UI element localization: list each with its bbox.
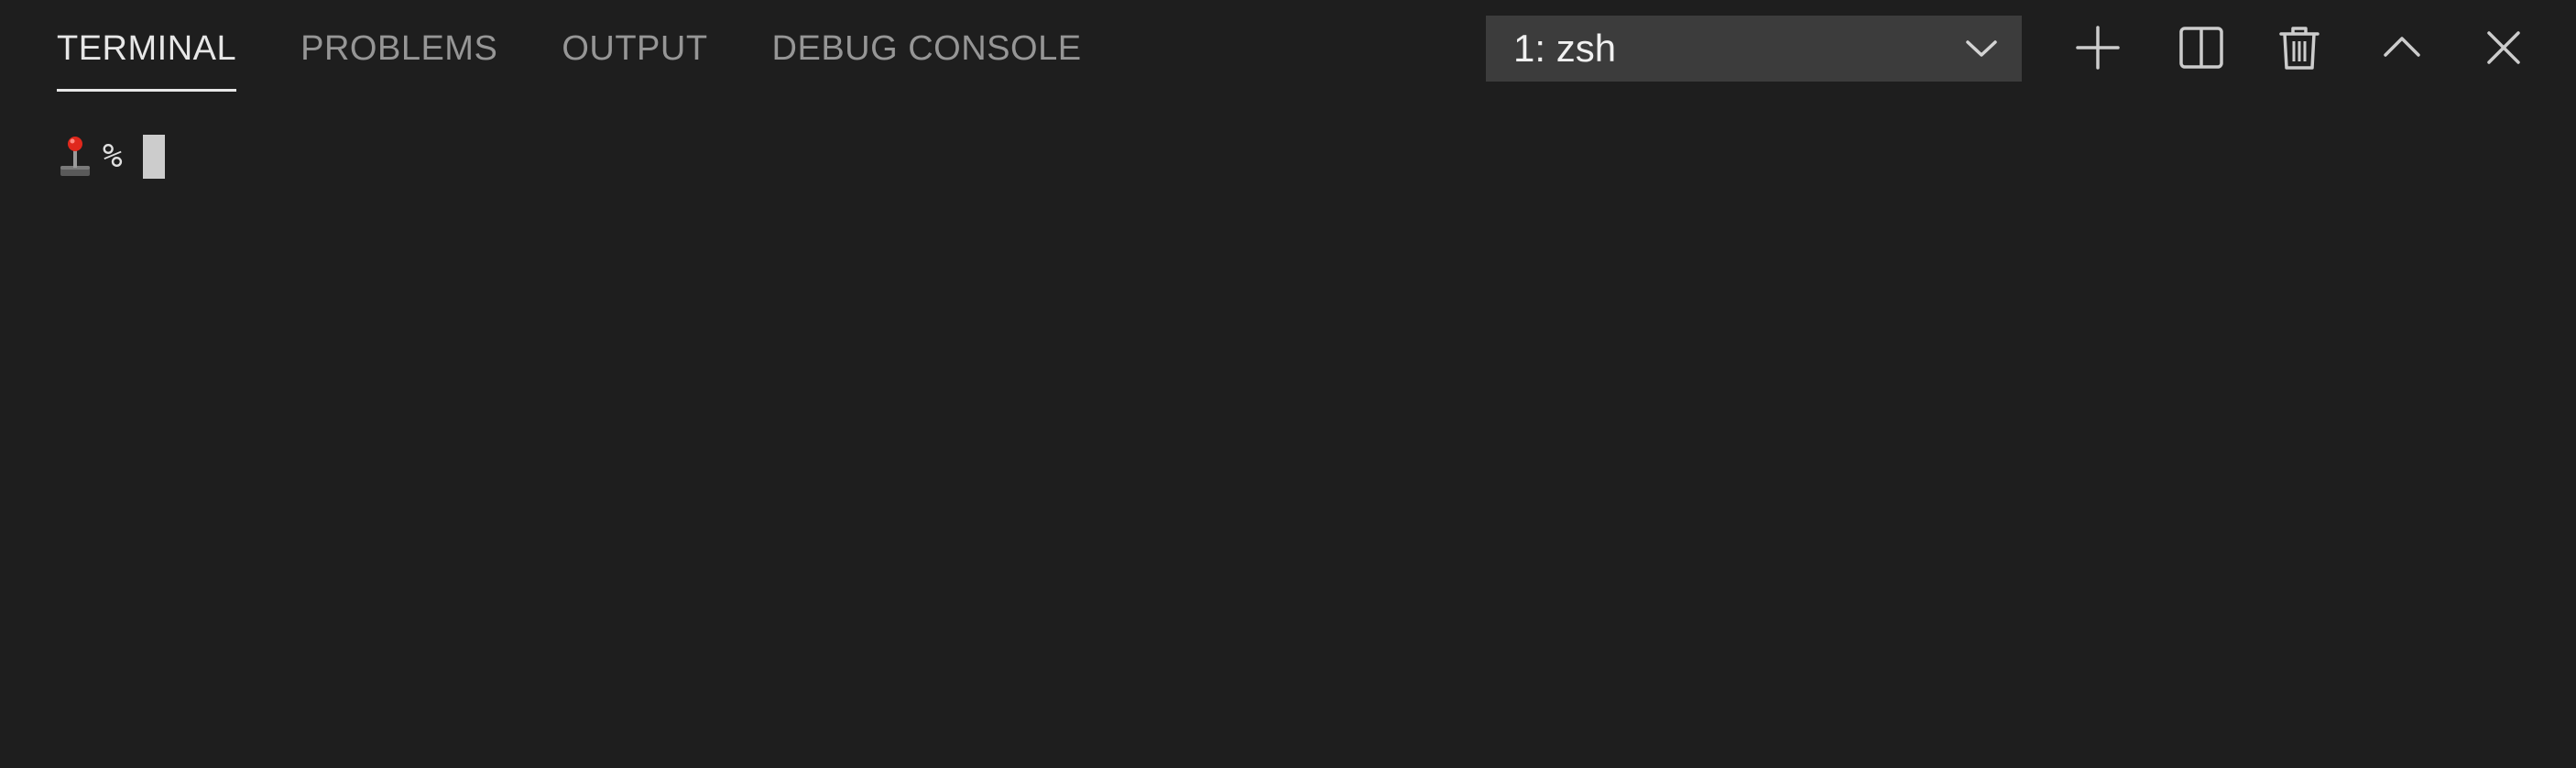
tab-output[interactable]: OUTPUT [562, 0, 707, 95]
close-icon [2487, 31, 2520, 64]
tab-problems[interactable]: PROBLEMS [300, 0, 497, 95]
tab-label: OUTPUT [562, 29, 708, 68]
panel-header: TERMINAL PROBLEMS OUTPUT DEBUG CONSOLE 1… [0, 0, 2576, 95]
maximize-panel-button[interactable] [2376, 22, 2428, 73]
kill-terminal-button[interactable] [2274, 22, 2325, 73]
chevron-down-icon [1966, 40, 1997, 57]
terminal-panel: TERMINAL PROBLEMS OUTPUT DEBUG CONSOLE 1… [0, 0, 2576, 768]
split-icon [2179, 27, 2223, 69]
plus-icon [2076, 26, 2120, 70]
tab-label: DEBUG CONSOLE [771, 29, 1082, 68]
chevron-up-icon [2384, 37, 2420, 57]
tab-debug-console[interactable]: DEBUG CONSOLE [772, 0, 1082, 95]
terminal-prompt: % [57, 132, 165, 181]
tab-terminal[interactable]: TERMINAL [57, 0, 237, 95]
trash-icon [2279, 27, 2319, 70]
close-panel-button[interactable] [2478, 22, 2529, 73]
prompt-symbol: % [103, 137, 123, 175]
tab-label: PROBLEMS [300, 29, 498, 68]
terminal-cursor [142, 135, 165, 179]
terminal-output[interactable]: % [0, 95, 2576, 768]
split-terminal-button[interactable] [2176, 22, 2227, 73]
terminal-instance-select[interactable]: 1: zsh [1486, 16, 2022, 82]
panel-tabs: TERMINAL PROBLEMS OUTPUT DEBUG CONSOLE [57, 0, 1146, 95]
new-terminal-button[interactable] [2072, 22, 2123, 73]
joystick-icon [60, 137, 90, 176]
terminal-instance-value: 1: zsh [1513, 27, 1617, 70]
tab-label: TERMINAL [57, 29, 237, 68]
